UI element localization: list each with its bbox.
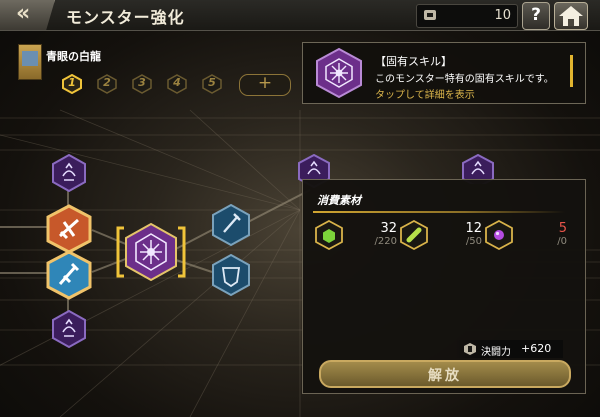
purple-material-icon bbox=[485, 220, 513, 250]
divider bbox=[313, 211, 565, 213]
material-current: 12 bbox=[465, 221, 482, 236]
level-badge-5[interactable]: 5 bbox=[202, 74, 222, 94]
material-item-green: 32 /220 bbox=[315, 219, 399, 251]
back-button[interactable]: « bbox=[0, 0, 55, 30]
level-badge-2[interactable]: 2 bbox=[97, 74, 117, 94]
double-chevron-left-icon: « bbox=[16, 1, 31, 26]
level-badge-3[interactable]: 3 bbox=[132, 74, 152, 94]
duel-power-icon bbox=[464, 343, 476, 355]
currency-count: 10 bbox=[494, 8, 511, 23]
card-name: 青眼の白龍 bbox=[46, 50, 101, 63]
home-icon bbox=[559, 6, 583, 26]
material-current: 32 bbox=[380, 221, 397, 236]
currency-display: 10 bbox=[416, 4, 518, 28]
unlock-button[interactable]: 解放 bbox=[319, 360, 571, 388]
material-total: /220 bbox=[374, 236, 397, 247]
duel-power-value: +620 bbox=[521, 342, 552, 355]
plus-icon: + bbox=[257, 73, 273, 93]
duel-power-label: 決闘力 bbox=[481, 347, 511, 358]
level-label: 5 bbox=[208, 76, 216, 89]
level-label: 2 bbox=[103, 76, 111, 89]
level-label: 1 bbox=[68, 76, 76, 89]
skill-node-teal-upper[interactable] bbox=[212, 204, 250, 246]
green-material-icon bbox=[315, 220, 343, 250]
skill-info-panel[interactable]: 【固有スキル】 このモンスター特有の固有スキルです。 タップして詳細を表示 bbox=[302, 42, 586, 104]
ticket-icon bbox=[424, 10, 436, 20]
top-bar: « モンスター強化 10 ? bbox=[0, 0, 600, 31]
skill-node-bottom-left[interactable] bbox=[52, 310, 86, 348]
unique-skill-icon bbox=[316, 47, 362, 99]
skill-title: 【固有スキル】 bbox=[375, 55, 452, 68]
card-art bbox=[22, 51, 38, 66]
skill-node-top-left[interactable] bbox=[52, 154, 86, 192]
materials-title: 消費素材 bbox=[317, 194, 361, 207]
level-badge-1[interactable]: 1 bbox=[62, 74, 82, 94]
skill-node-orange-lower[interactable] bbox=[46, 250, 92, 300]
material-total: /0 bbox=[557, 236, 567, 247]
skill-node-teal-lower[interactable] bbox=[212, 254, 250, 296]
material-current: 5 bbox=[558, 221, 567, 236]
help-button[interactable]: ? bbox=[522, 2, 550, 30]
level-label: 4 bbox=[173, 76, 181, 89]
skill-description: このモンスター特有の固有スキルです。 bbox=[375, 74, 554, 85]
materials-panel: 消費素材 32 /220 12 /50 5 /0 決闘力 +620 解放 bbox=[302, 179, 586, 394]
level-label: 3 bbox=[138, 76, 146, 89]
material-item-purple: 5 /0 bbox=[485, 219, 569, 251]
lime-material-icon bbox=[400, 220, 428, 250]
material-total: /50 bbox=[465, 236, 482, 247]
material-item-lime: 12 /50 bbox=[400, 219, 484, 251]
home-button[interactable] bbox=[554, 2, 588, 30]
help-label: ? bbox=[531, 5, 541, 25]
skill-node-selected[interactable] bbox=[116, 220, 186, 284]
skill-node-orange-upper[interactable] bbox=[46, 204, 92, 254]
unlock-label: 解放 bbox=[428, 368, 462, 384]
duel-power-display: 決闘力 +620 bbox=[455, 340, 563, 358]
add-level-button[interactable]: + bbox=[239, 73, 291, 96]
page-title: モンスター強化 bbox=[66, 8, 185, 27]
skill-detail-link[interactable]: タップして詳細を表示 bbox=[375, 86, 475, 101]
panel-accent-bar bbox=[570, 55, 573, 87]
card-thumbnail[interactable] bbox=[18, 44, 42, 80]
level-badge-4[interactable]: 4 bbox=[167, 74, 187, 94]
